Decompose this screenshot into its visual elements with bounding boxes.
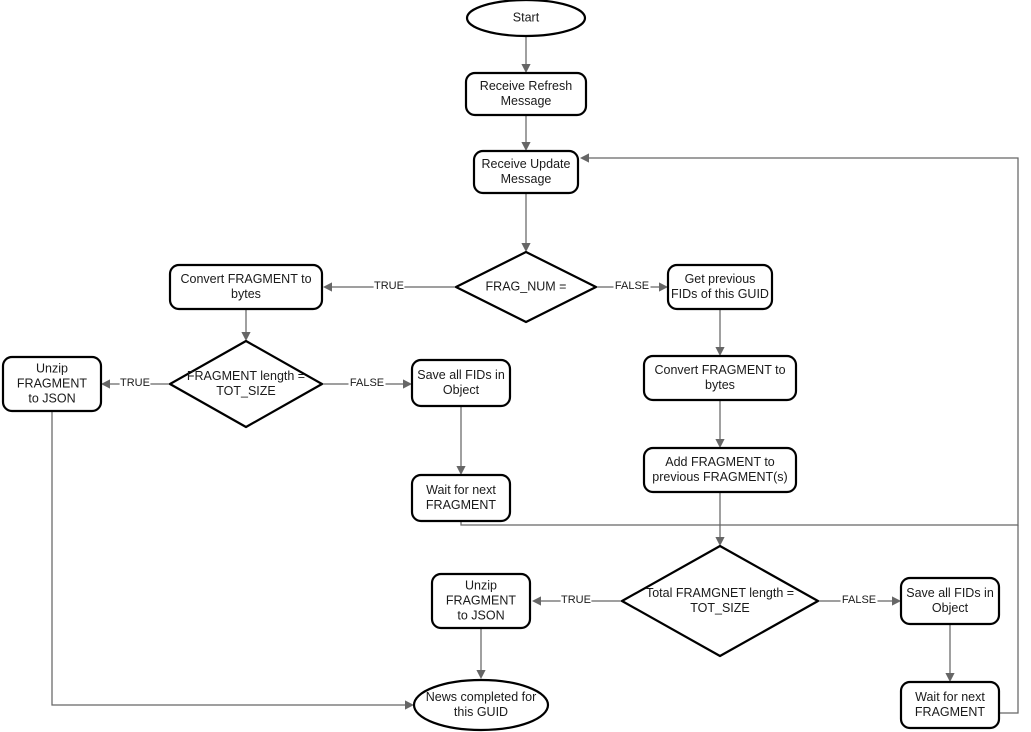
- edge-add-fragment-to-total-length: [715, 492, 725, 546]
- edge-frag-num-false-to-get-previous-fids-label: FALSE: [615, 280, 649, 292]
- edge-unzip-bottom-to-news-completed: [476, 628, 486, 679]
- convert-fragment-to-bytes-right[interactable]: Convert FRAGMENT tobytes: [642, 354, 798, 402]
- edge-fragment-length-true-to-unzip-left-label: TRUE: [120, 377, 150, 389]
- convert-fragment-to-bytes-left-label: bytes: [231, 287, 261, 301]
- receive-update-message[interactable]: Receive UpdateMessage: [472, 149, 580, 195]
- frag-num-decision[interactable]: FRAG_NUM =: [454, 250, 598, 324]
- receive-refresh-message-label: Message: [501, 94, 552, 108]
- fragment-length-decision[interactable]: FRAGMENT length =TOT_SIZE: [168, 339, 324, 429]
- save-all-fids-in-object-right-label: Save all FIDs in: [906, 586, 994, 600]
- edge-start-to-receive-refresh: [521, 36, 531, 73]
- edge-save-fids-left-to-wait-left-arrowhead: [456, 466, 466, 475]
- edge-save-fids-left-to-wait-left: [456, 406, 466, 475]
- edge-receive-refresh-to-receive-update-arrowhead: [521, 142, 531, 151]
- total-fragment-length-decision[interactable]: Total FRAMGNET length =TOT_SIZE: [620, 544, 820, 658]
- edge-save-fids-right-to-wait-right-arrowhead: [945, 673, 955, 682]
- edge-receive-update-to-frag-num-arrowhead: [521, 243, 531, 252]
- edge-fragment-length-true-to-unzip-left-arrowhead: [101, 379, 110, 389]
- add-fragment-to-previous[interactable]: Add FRAGMENT toprevious FRAGMENT(s): [642, 446, 798, 494]
- edge-fragment-length-false-to-save-fids-left: FALSE: [322, 377, 412, 389]
- news-completed-terminator-label: this GUID: [454, 705, 508, 719]
- fragment-length-decision-label: FRAGMENT length =: [187, 369, 305, 383]
- get-previous-fids-of-guid[interactable]: Get previousFIDs of this GUID: [666, 263, 774, 311]
- convert-fragment-to-bytes-left[interactable]: Convert FRAGMENT tobytes: [168, 263, 324, 311]
- wait-for-next-fragment-right-label: FRAGMENT: [915, 705, 986, 719]
- edge-receive-refresh-to-receive-update: [521, 115, 531, 151]
- total-fragment-length-decision-label: Total FRAMGNET length =: [646, 586, 794, 600]
- unzip-fragment-to-json-bottom-label: Unzip: [465, 578, 497, 592]
- edge-get-previous-fids-to-convert-right-arrowhead: [715, 347, 725, 356]
- edge-wait-right-to-update-loop: [999, 525, 1019, 714]
- unzip-fragment-to-json-left[interactable]: UnzipFRAGMENTto JSON: [1, 355, 103, 413]
- add-fragment-to-previous-label: Add FRAGMENT to: [665, 455, 775, 469]
- nodes-layer: StartReceive RefreshMessageReceive Updat…: [1, 0, 1001, 732]
- save-all-fids-in-object-left-label: Object: [443, 383, 480, 397]
- save-all-fids-in-object-left[interactable]: Save all FIDs inObject: [410, 358, 512, 408]
- edge-fragment-length-false-to-save-fids-left-arrowhead: [403, 379, 412, 389]
- edge-total-length-true-to-unzip-bottom-arrowhead: [532, 596, 541, 606]
- edge-convert-right-to-add-fragment: [715, 400, 725, 448]
- edge-add-fragment-to-total-length-arrowhead: [715, 537, 725, 546]
- save-all-fids-in-object-left-label: Save all FIDs in: [417, 368, 505, 382]
- edge-wait-right-to-update-loop-segment: [999, 525, 1019, 714]
- edge-frag-num-false-to-get-previous-fids-arrowhead: [659, 282, 668, 292]
- convert-fragment-to-bytes-left-label: Convert FRAGMENT to: [180, 272, 311, 286]
- save-all-fids-in-object-right-label: Object: [932, 601, 969, 615]
- edge-save-fids-right-to-wait-right: [945, 624, 955, 682]
- edge-wait-left-to-update-loop-arrowhead: [580, 153, 589, 163]
- unzip-fragment-to-json-bottom-label: FRAGMENT: [446, 593, 517, 607]
- edge-convert-right-to-add-fragment-arrowhead: [715, 439, 725, 448]
- edge-unzip-left-to-news-completed: [51, 411, 414, 710]
- edge-total-length-false-to-save-fids-right-arrowhead: [892, 596, 901, 606]
- edge-frag-num-true-to-convert-left-arrowhead: [323, 282, 332, 292]
- receive-refresh-message[interactable]: Receive RefreshMessage: [464, 71, 588, 117]
- edge-total-length-true-to-unzip-bottom: TRUE: [532, 594, 622, 606]
- edge-frag-num-true-to-convert-left-label: TRUE: [374, 280, 404, 292]
- edge-total-length-true-to-unzip-bottom-label: TRUE: [561, 594, 591, 606]
- frag-num-decision-label: FRAG_NUM =: [486, 279, 567, 293]
- convert-fragment-to-bytes-right-label: Convert FRAGMENT to: [654, 363, 785, 377]
- unzip-fragment-to-json-left-label: Unzip: [36, 361, 68, 375]
- flowchart-svg: TRUE FALSE TRUE FALSE TRUE FALSE Start Receive…: [1, 0, 1019, 732]
- edge-fragment-length-true-to-unzip-left: TRUE: [101, 377, 170, 389]
- convert-fragment-to-bytes-right-label: bytes: [705, 378, 735, 392]
- receive-update-message-label: Receive Update: [482, 157, 571, 171]
- edge-convert-left-to-fragment-length-arrowhead: [241, 332, 251, 341]
- unzip-fragment-to-json-left-label: FRAGMENT: [17, 376, 88, 390]
- unzip-fragment-to-json-left-label: to JSON: [28, 391, 75, 405]
- get-previous-fids-of-guid-label: FIDs of this GUID: [671, 287, 769, 301]
- edge-start-to-receive-refresh-arrowhead: [521, 64, 531, 73]
- edge-unzip-bottom-to-news-completed-arrowhead: [476, 670, 486, 679]
- total-fragment-length-decision-label: TOT_SIZE: [690, 601, 750, 615]
- news-completed-terminator-label: News completed for: [426, 690, 536, 704]
- edge-total-length-false-to-save-fids-right: FALSE: [818, 594, 901, 606]
- wait-for-next-fragment-right[interactable]: Wait for nextFRAGMENT: [899, 680, 1001, 730]
- start-terminator-label: Start: [513, 10, 540, 24]
- edge-unzip-left-to-news-completed-arrowhead: [405, 700, 414, 710]
- wait-for-next-fragment-left[interactable]: Wait for nextFRAGMENT: [410, 473, 512, 523]
- edge-frag-num-true-to-convert-left: TRUE: [323, 280, 456, 292]
- get-previous-fids-of-guid-label: Get previous: [685, 272, 756, 286]
- edge-frag-num-false-to-get-previous-fids: FALSE: [596, 280, 668, 292]
- edge-receive-update-to-frag-num: [521, 193, 531, 252]
- save-all-fids-in-object-right[interactable]: Save all FIDs inObject: [899, 576, 1001, 626]
- edge-total-length-false-to-save-fids-right-label: FALSE: [842, 594, 876, 606]
- wait-for-next-fragment-left-label: Wait for next: [426, 483, 496, 497]
- edge-fragment-length-false-to-save-fids-left-label: FALSE: [350, 377, 384, 389]
- flowchart-canvas: TRUE FALSE TRUE FALSE TRUE FALSE Start Receive…: [0, 0, 1031, 732]
- fragment-length-decision-label: TOT_SIZE: [216, 384, 276, 398]
- unzip-fragment-to-json-bottom[interactable]: UnzipFRAGMENTto JSON: [430, 572, 532, 630]
- edge-unzip-left-to-news-completed-segment: [51, 411, 408, 706]
- add-fragment-to-previous-label: previous FRAGMENT(s): [652, 470, 787, 484]
- receive-update-message-label: Message: [501, 172, 552, 186]
- unzip-fragment-to-json-bottom-label: to JSON: [457, 608, 504, 622]
- start-terminator[interactable]: Start: [465, 0, 587, 38]
- wait-for-next-fragment-left-label: FRAGMENT: [426, 498, 497, 512]
- edge-convert-left-to-fragment-length: [241, 309, 251, 341]
- edge-get-previous-fids-to-convert-right: [715, 309, 725, 356]
- wait-for-next-fragment-right-label: Wait for next: [915, 690, 985, 704]
- receive-refresh-message-label: Receive Refresh: [480, 79, 572, 93]
- news-completed-terminator[interactable]: News completed forthis GUID: [412, 678, 550, 732]
